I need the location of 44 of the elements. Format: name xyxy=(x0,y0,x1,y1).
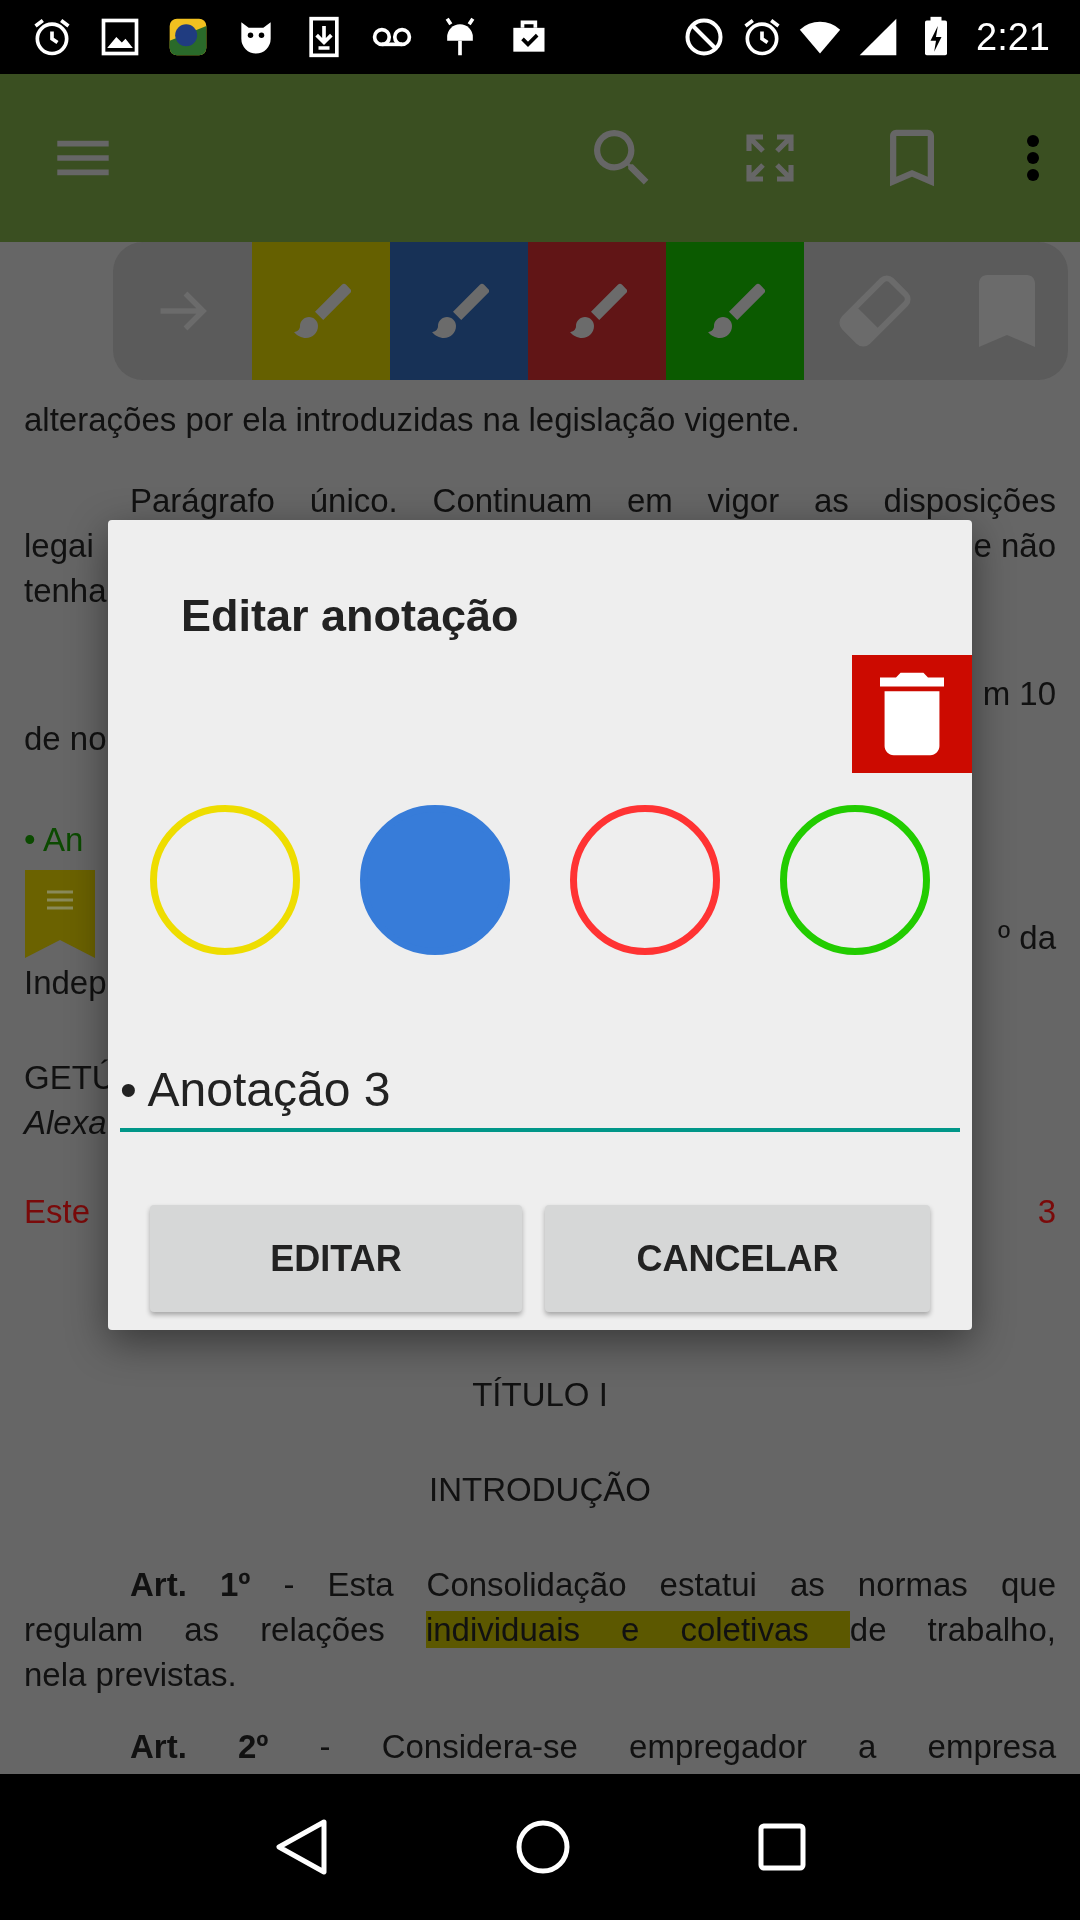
search-icon[interactable] xyxy=(594,130,650,186)
document-line: Art. 2º - Considera-se empregador a empresa xyxy=(129,1727,1056,1767)
text-fragment: Alexa xyxy=(24,1103,107,1143)
home-icon[interactable] xyxy=(516,1820,570,1874)
highlighter-button[interactable] xyxy=(252,242,390,380)
brush-icon xyxy=(429,281,489,341)
text-fragment: Este xyxy=(24,1192,91,1232)
text-fragment: m 10 xyxy=(982,674,1056,714)
highlighter-button[interactable] xyxy=(528,242,666,380)
document-line: regulam as relações individuais e coletivas de trabalho, xyxy=(24,1610,1056,1650)
more-icon[interactable] xyxy=(1026,134,1040,182)
text-fragment: tenha xyxy=(24,571,107,611)
cancel-button[interactable]: CANCELAR xyxy=(545,1205,930,1312)
color-option[interactable] xyxy=(570,805,720,955)
delete-button[interactable] xyxy=(852,655,972,773)
note-input[interactable]: • Anotação 3 xyxy=(120,1050,960,1132)
brush-icon xyxy=(567,281,627,341)
bookmark-icon[interactable] xyxy=(890,129,934,187)
trash-icon xyxy=(880,672,944,756)
document-line: Art. 1º - Esta Consolidação estatui as normas que xyxy=(129,1565,1056,1605)
highlighter-button[interactable] xyxy=(666,242,804,380)
text-fragment: • An xyxy=(24,820,84,860)
brush-icon xyxy=(291,281,351,341)
text-fragment: de no xyxy=(24,719,107,759)
document-line: nela previstas. xyxy=(24,1655,238,1695)
edit-button[interactable]: EDITAR xyxy=(150,1205,522,1312)
dialog-title: Editar anotação xyxy=(181,589,519,643)
recents-icon[interactable] xyxy=(758,1823,806,1871)
document-line: Parágrafo único. Continuam em vigor as disposições xyxy=(129,481,1056,521)
text-fragment: º da xyxy=(998,918,1056,958)
clock-time: 2:21 xyxy=(976,14,1050,60)
text-highlight: individuais e coletivas xyxy=(425,1611,850,1648)
bookmark-note-icon[interactable] xyxy=(25,870,95,958)
text-fragment: e não xyxy=(973,526,1056,566)
highlighter-button[interactable] xyxy=(390,242,528,380)
color-option[interactable] xyxy=(780,805,930,955)
document-line: alterações por ela introduzidas na legislação vigente. xyxy=(24,400,801,440)
text-fragment: legai xyxy=(24,526,94,566)
text-fragment: 3 xyxy=(1037,1192,1056,1232)
text-fragment: Indep xyxy=(24,963,107,1003)
document-line: INTRODUÇÃO xyxy=(428,1470,652,1510)
brush-icon xyxy=(705,281,765,341)
back-icon[interactable] xyxy=(274,1818,328,1876)
document-line: TÍTULO I xyxy=(471,1375,609,1415)
